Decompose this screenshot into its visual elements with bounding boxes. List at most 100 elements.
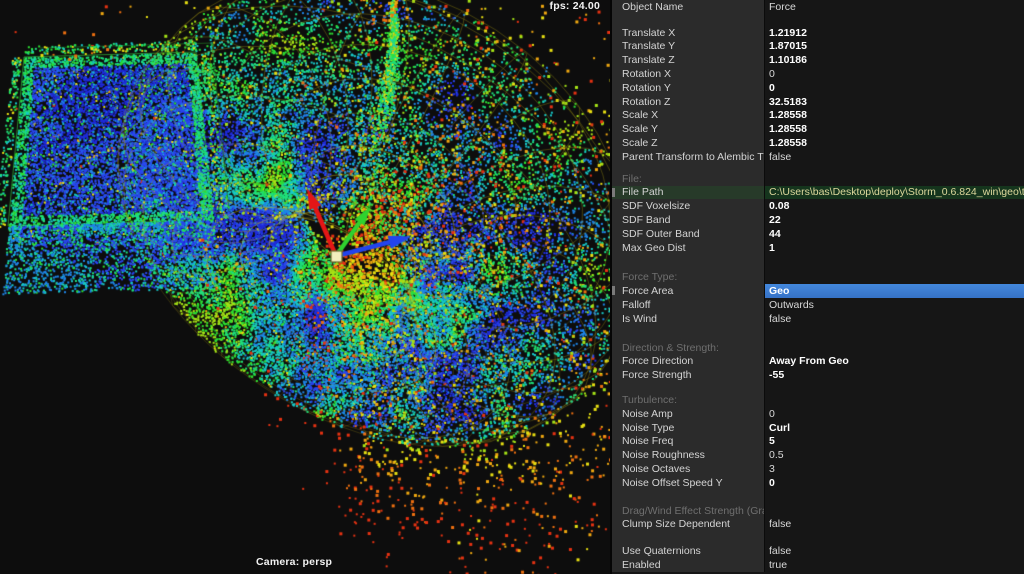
property-value[interactable]: C:\Users\bas\Desktop\deploy\Storm_0.6.82… [764,186,1024,200]
property-row-max-geo-dist[interactable]: Max Geo Dist1 [612,241,1024,255]
property-row-is-wind[interactable]: Is Windfalse [612,312,1024,326]
row-spacer [612,255,1024,271]
property-row-noise-type[interactable]: Noise TypeCurl [612,421,1024,435]
property-row-noise-amp[interactable]: Noise Amp0 [612,407,1024,421]
property-value[interactable]: 1.28558 [764,109,1024,123]
property-value[interactable]: 0 [764,67,1024,81]
property-row-parent-transform-to-alembic-trans[interactable]: Parent Transform to Alembic Trans...fals… [612,150,1024,164]
property-label: Rotation Z [612,95,764,109]
property-value[interactable]: 5 [764,435,1024,449]
property-rows: Object NameForceTranslate X1.21912Transl… [612,0,1024,574]
property-label: Translate X [612,26,764,40]
property-row-sdf-band[interactable]: SDF Band22 [612,213,1024,227]
property-label: Noise Offset Speed Y [612,476,764,490]
property-row-translate-y[interactable]: Translate Y1.87015 [612,40,1024,54]
property-value[interactable]: false [764,150,1024,164]
property-row-translate-x[interactable]: Translate X1.21912 [612,26,1024,40]
property-label: Force Direction [612,355,764,369]
property-row-scale-x[interactable]: Scale X1.28558 [612,109,1024,123]
property-value[interactable]: 0 [764,407,1024,421]
property-label: Direction & Strength: [612,341,764,355]
property-label: Drag/Wind Effect Strength (Granu... [612,504,764,518]
spacer-label-column [612,490,764,504]
property-row-translate-z[interactable]: Translate Z1.10186 [612,53,1024,67]
property-label: Translate Z [612,53,764,67]
property-row-noise-octaves[interactable]: Noise Octaves3 [612,462,1024,476]
property-row-scale-y[interactable]: Scale Y1.28558 [612,122,1024,136]
property-value [764,393,1024,407]
property-value[interactable]: Curl [764,421,1024,435]
property-value[interactable]: 0 [764,476,1024,490]
property-value[interactable]: 32.5183 [764,95,1024,109]
property-value[interactable]: Outwards [764,298,1024,312]
property-value [764,504,1024,518]
property-label: Turbulence: [612,393,764,407]
spacer-label-column [612,164,764,172]
property-row-force-area[interactable]: Force AreaGeo [612,284,1024,298]
property-value[interactable]: 1.28558 [764,122,1024,136]
property-value[interactable]: -55 [764,368,1024,382]
property-value[interactable]: Force [764,0,1024,14]
viewport-3d: fps: 24.00 Camera: persp [0,0,610,574]
spacer-label-column [612,326,764,341]
property-label: Force Type: [612,271,764,285]
property-row-force-strength[interactable]: Force Strength-55 [612,368,1024,382]
property-value[interactable]: 0.5 [764,448,1024,462]
property-row-scale-z[interactable]: Scale Z1.28558 [612,136,1024,150]
property-row-clump-size-dependent[interactable]: Clump Size Dependentfalse [612,518,1024,532]
property-value[interactable]: 0 [764,81,1024,95]
row-spacer [612,164,1024,172]
property-label: Noise Freq [612,435,764,449]
property-value[interactable]: 22 [764,213,1024,227]
property-value[interactable]: 1 [764,241,1024,255]
property-label: Rotation X [612,67,764,81]
property-value[interactable]: 1.21912 [764,26,1024,40]
row-spacer [612,326,1024,341]
property-row-enabled[interactable]: Enabledtrue [612,558,1024,572]
property-value[interactable]: false [764,518,1024,532]
spacer-value-column [764,531,1024,544]
property-label: SDF Band [612,213,764,227]
property-row-file-path[interactable]: File PathC:\Users\bas\Desktop\deploy\Sto… [612,186,1024,200]
modified-row-tick [612,188,615,197]
property-value[interactable]: Geo [764,284,1024,298]
property-label: Max Geo Dist [612,241,764,255]
property-row-rotation-y[interactable]: Rotation Y0 [612,81,1024,95]
property-label: SDF Voxelsize [612,199,764,213]
property-label: Clump Size Dependent [612,518,764,532]
property-value[interactable]: true [764,558,1024,572]
property-row-use-quaternions[interactable]: Use Quaternionsfalse [612,544,1024,558]
fps-counter: fps: 24.00 [550,0,600,12]
spacer-label-column [612,255,764,271]
property-label: Noise Amp [612,407,764,421]
property-label: Scale Y [612,122,764,136]
property-label: Parent Transform to Alembic Trans... [612,150,764,164]
property-value[interactable]: 1.10186 [764,53,1024,67]
row-spacer [612,490,1024,504]
property-value[interactable]: 44 [764,227,1024,241]
property-value[interactable]: 1.28558 [764,136,1024,150]
property-row-noise-offset-speed-y[interactable]: Noise Offset Speed Y0 [612,476,1024,490]
property-value[interactable]: false [764,312,1024,326]
property-row-noise-roughness[interactable]: Noise Roughness0.5 [612,448,1024,462]
section-header-file: File: [612,172,1024,186]
row-spacer [612,14,1024,26]
property-label: File Path [612,186,764,200]
camera-label: Camera: persp [256,556,332,568]
property-row-object-name[interactable]: Object NameForce [612,0,1024,14]
property-value[interactable]: 3 [764,462,1024,476]
property-value[interactable]: Away From Geo [764,355,1024,369]
property-row-force-direction[interactable]: Force DirectionAway From Geo [612,355,1024,369]
property-row-noise-freq[interactable]: Noise Freq5 [612,435,1024,449]
property-row-rotation-x[interactable]: Rotation X0 [612,67,1024,81]
viewport-canvas[interactable] [0,0,610,574]
property-row-sdf-outer-band[interactable]: SDF Outer Band44 [612,227,1024,241]
property-value[interactable]: 0.08 [764,199,1024,213]
spacer-value-column [764,255,1024,271]
property-value [764,172,1024,186]
property-value[interactable]: 1.87015 [764,40,1024,54]
property-row-falloff[interactable]: FalloffOutwards [612,298,1024,312]
property-row-sdf-voxelsize[interactable]: SDF Voxelsize0.08 [612,199,1024,213]
property-row-rotation-z[interactable]: Rotation Z32.5183 [612,95,1024,109]
property-value[interactable]: false [764,544,1024,558]
